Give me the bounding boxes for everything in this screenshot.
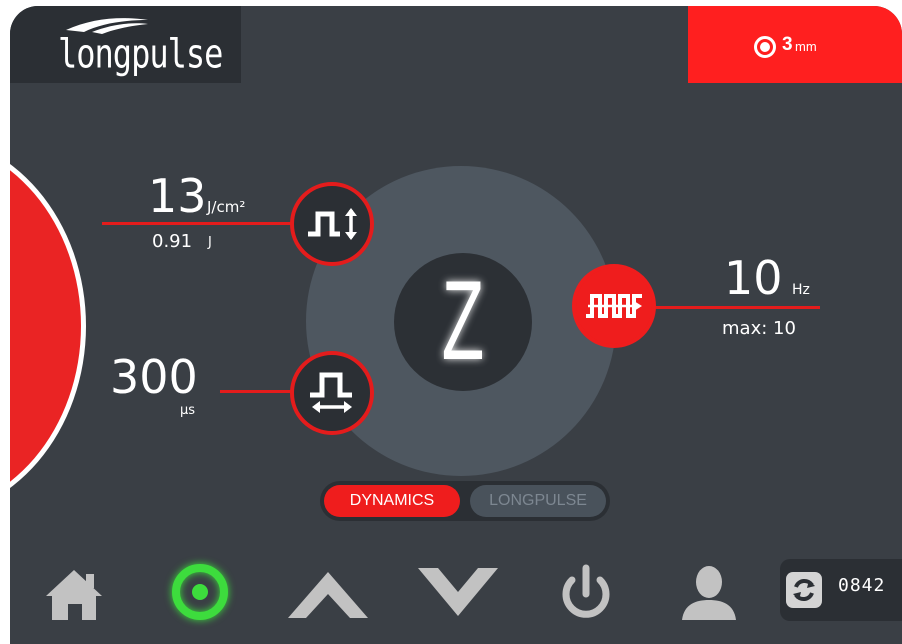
power-button[interactable] [556,554,616,634]
dial-letter: Z [441,258,485,383]
pulse-train-icon [586,294,642,318]
frequency-unit: Hz [792,282,810,298]
energy-value: 0.91 [152,231,193,252]
logo: longpulse [10,6,241,83]
pulse-width-unit: µs [180,403,196,418]
fluence-value: 13 [148,169,207,223]
user-icon [682,566,736,620]
counter-value: 0842 [838,575,886,596]
pulse-width-icon [310,372,352,413]
mode-toggle: DYNAMICS LONGPULSE [320,481,610,521]
refresh-button[interactable] [780,561,838,619]
frequency-value: 10 [724,251,783,305]
frequency-max: max: 10 [722,318,796,339]
spot-size-unit: mm [795,39,817,54]
energy-unit: J [208,235,212,250]
refresh-icon [786,572,822,608]
pulse-width-line [220,390,300,393]
ready-button[interactable] [160,554,240,634]
pulse-width-button[interactable] [290,351,374,435]
up-arrow-icon [288,572,368,618]
frequency-button[interactable] [572,264,656,348]
pulse-width-value: 300 [110,350,198,404]
power-icon [562,564,610,618]
home-button[interactable] [40,554,112,634]
home-icon [46,570,102,620]
spot-size-value: 3 [782,34,793,55]
pulse-amplitude-icon [308,208,357,240]
mode-longpulse-button[interactable]: LONGPULSE [470,485,606,517]
side-wheel[interactable] [10,134,86,518]
down-arrow-icon [418,568,498,616]
up-button[interactable] [284,554,374,634]
spot-circle-icon [754,36,776,58]
frequency-line [650,306,820,309]
laser-control-screen: longpulse 3 mm Z 13 J/cm² 0.91 J 300 µs … [10,6,902,644]
user-button[interactable] [674,554,744,634]
ready-icon [172,564,228,620]
fluence-button[interactable] [290,182,374,266]
fluence-unit: J/cm² [207,198,246,216]
counter: 0842 [780,559,902,621]
spot-size-button[interactable]: 3 mm [688,6,902,83]
logo-text: longpulse [58,30,223,78]
mode-dynamics-button[interactable]: DYNAMICS [324,485,460,517]
down-button[interactable] [414,554,504,634]
